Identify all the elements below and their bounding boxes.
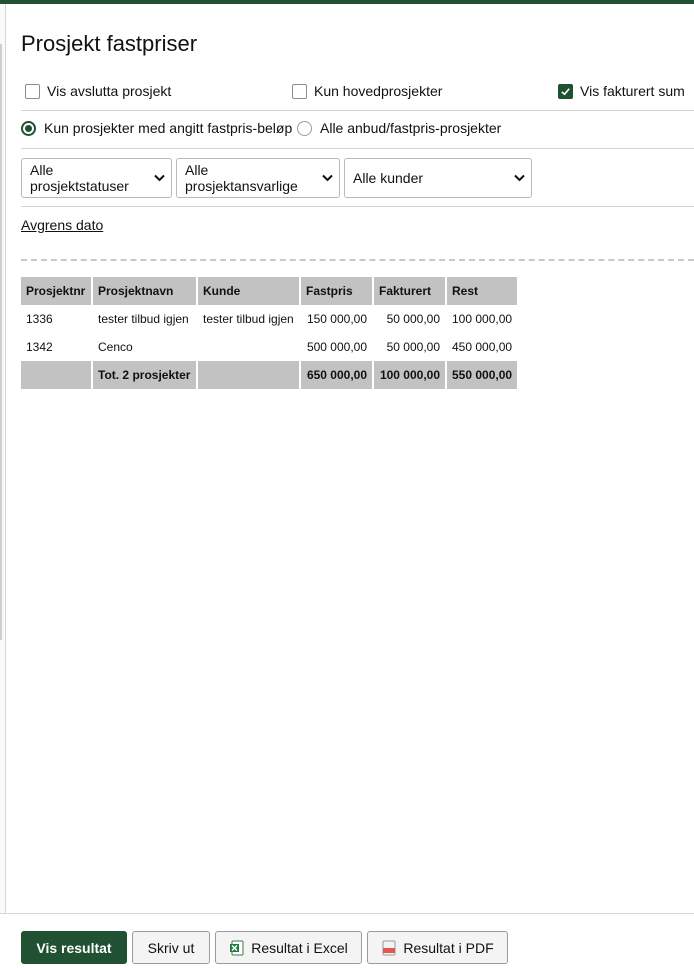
status-select[interactable]: Alle prosjektstatuser	[21, 158, 172, 198]
left-panel-edge	[0, 4, 6, 968]
col-header-project-name[interactable]: Prosjektnavn	[93, 277, 196, 305]
date-limit-link[interactable]: Avgrens dato	[21, 217, 103, 233]
show-closed-label: Vis avslutta prosjekt	[47, 83, 172, 99]
chevron-down-icon	[154, 171, 165, 185]
col-header-invoiced[interactable]: Fakturert	[374, 277, 445, 305]
left-scroll-indicator	[0, 44, 2, 640]
pdf-button-label: Resultat i PDF	[403, 939, 494, 956]
divider	[21, 110, 694, 111]
divider	[21, 148, 694, 149]
cell-rest: 450 000,00	[452, 340, 513, 354]
top-accent-bar	[0, 0, 694, 4]
cell-rest: 100 000,00	[452, 312, 513, 326]
show-result-button[interactable]: Vis resultat	[21, 931, 127, 964]
total-cell-fixed-price: 650 000,00	[301, 361, 372, 389]
results-table: Prosjektnr Prosjektnavn Kunde Fastpris F…	[19, 277, 519, 389]
table-row[interactable]: 1342 Cenco 500 000,00 50 000,00 450 000,…	[21, 333, 517, 361]
cell-fixed-price: 150 000,00	[306, 312, 367, 326]
print-button[interactable]: Skriv ut	[132, 931, 210, 964]
pdf-button[interactable]: Resultat i PDF	[367, 931, 508, 964]
table-total-row: Tot. 2 prosjekter 650 000,00 100 000,00 …	[21, 361, 518, 389]
all-bids-radio[interactable]: Alle anbud/fastpris-prosjekter	[297, 120, 501, 136]
customer-select-value: Alle kunder	[353, 170, 424, 186]
total-cell-project-number	[21, 361, 91, 389]
cell-project-name: tester tilbud igjen	[98, 312, 189, 326]
cell-fixed-price: 500 000,00	[306, 340, 367, 354]
total-cell-label: Tot. 2 prosjekter	[93, 361, 196, 389]
checkmark-icon	[561, 87, 570, 95]
checkbox-box[interactable]	[292, 83, 307, 99]
status-select-value: Alle prosjektstatuser	[30, 162, 129, 194]
checkbox-box[interactable]	[25, 83, 40, 99]
customer-select[interactable]: Alle kunder	[344, 158, 532, 198]
main-only-label: Kun hovedprosjekter	[314, 83, 443, 99]
cell-project-number: 1336	[26, 312, 53, 326]
cell-customer: tester tilbud igjen	[203, 312, 294, 326]
total-cell-invoiced: 100 000,00	[374, 361, 445, 389]
responsible-select[interactable]: Alle prosjektansvarlige	[176, 158, 340, 198]
excel-button-label: Resultat i Excel	[251, 939, 348, 956]
excel-icon	[229, 940, 245, 956]
responsible-select-value: Alle prosjektansvarlige	[185, 162, 298, 194]
pdf-icon	[381, 940, 397, 956]
table-row[interactable]: 1336 tester tilbud igjen tester tilbud i…	[21, 305, 517, 333]
main-only-checkbox[interactable]: Kun hovedprosjekter	[292, 83, 442, 99]
dashed-divider	[21, 259, 694, 261]
divider	[21, 206, 694, 207]
total-cell-rest: 550 000,00	[447, 361, 518, 389]
page-title: Prosjekt fastpriser	[21, 31, 198, 56]
show-closed-checkbox[interactable]: Vis avslutta prosjekt	[25, 83, 171, 99]
total-cell-customer	[198, 361, 299, 389]
radio-unselected[interactable]	[297, 120, 312, 136]
col-header-project-number[interactable]: Prosjektnr	[21, 277, 91, 305]
cell-invoiced: 50 000,00	[386, 340, 440, 354]
checkbox-checked[interactable]	[558, 83, 573, 99]
col-header-fixed-price[interactable]: Fastpris	[301, 277, 372, 305]
show-invoiced-sum-checkbox[interactable]: Vis fakturert sum	[558, 83, 685, 99]
all-bids-label: Alle anbud/fastpris-prosjekter	[320, 120, 502, 136]
fixed-amount-radio[interactable]: Kun prosjekter med angitt fastpris-beløp	[21, 120, 292, 136]
chevron-down-icon	[322, 171, 333, 185]
radio-selected[interactable]	[21, 120, 36, 136]
fixed-amount-label: Kun prosjekter med angitt fastpris-beløp	[44, 120, 293, 136]
cell-project-number: 1342	[26, 340, 53, 354]
col-header-customer[interactable]: Kunde	[198, 277, 299, 305]
show-invoiced-sum-label: Vis fakturert sum	[580, 83, 685, 99]
col-header-rest[interactable]: Rest	[447, 277, 518, 305]
table-header-row: Prosjektnr Prosjektnavn Kunde Fastpris F…	[21, 277, 518, 305]
cell-invoiced: 50 000,00	[386, 312, 440, 326]
chevron-down-icon	[514, 171, 525, 185]
cell-project-name: Cenco	[98, 340, 133, 354]
excel-button[interactable]: Resultat i Excel	[215, 931, 362, 964]
cell-customer	[198, 333, 299, 361]
